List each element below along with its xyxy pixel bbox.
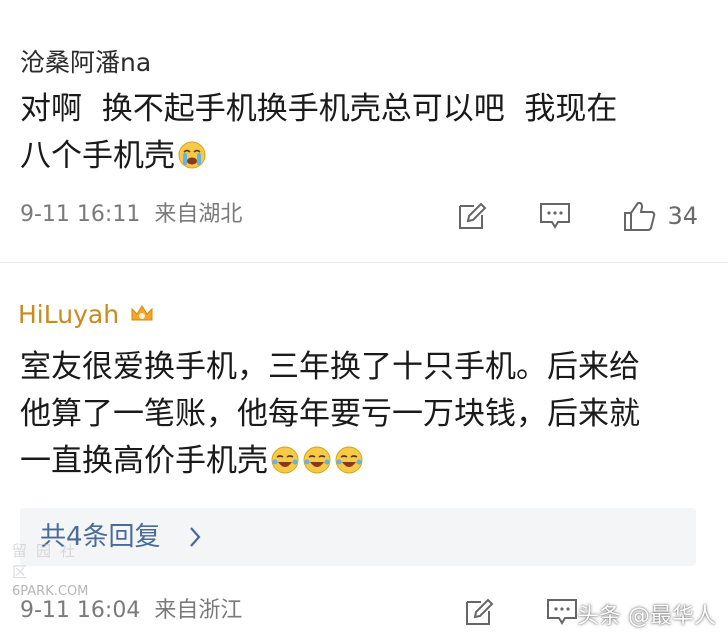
comment-icon	[547, 599, 577, 625]
watermark-cn: 留园社区	[12, 542, 85, 581]
comment-actions	[412, 592, 578, 632]
like-count: 34	[667, 202, 698, 230]
comment-button[interactable]	[546, 597, 578, 627]
crying-face-emoji	[178, 141, 206, 169]
repost-button[interactable]	[464, 597, 494, 627]
comment-button[interactable]	[539, 201, 571, 231]
crown-badge-icon	[131, 305, 153, 321]
laughing-crying-emoji	[335, 446, 363, 474]
view-replies-button[interactable]: 共4条回复	[20, 508, 696, 566]
comment-line: 一直换高价手机壳	[20, 443, 268, 479]
watermark-6park: 留园社区 6PARK.COM	[12, 540, 102, 599]
repost-button[interactable]	[457, 201, 487, 231]
chevron-right-icon	[190, 527, 201, 547]
comment-line: 对啊 换不起手机换手机壳总可以吧 我现在	[20, 91, 618, 127]
comment-meta: 9-11 16:04 来自浙江	[20, 596, 242, 626]
comment-divider	[0, 262, 728, 263]
comment-line: 他算了一笔账，他每年要亏一万块钱，后来就	[20, 396, 640, 432]
username-text: HiLuyah	[18, 300, 120, 329]
watermark-en: 6PARK.COM	[12, 584, 89, 599]
comment-line: 室友很爱换手机，三年换了十只手机。后来给	[20, 349, 640, 385]
timestamp: 9-11 16:04	[20, 598, 141, 623]
watermark-toutiao: 头条 @最华人	[577, 604, 716, 629]
username[interactable]: HiLuyah	[18, 300, 155, 330]
location: 来自湖北	[154, 202, 243, 227]
comment-actions: 34	[405, 196, 698, 236]
comment-text: 室友很爱换手机，三年换了十只手机。后来给 他算了一笔账，他每年要亏一万块钱，后来…	[20, 344, 710, 532]
comment-line: 八个手机壳	[20, 138, 175, 174]
comment-icon	[540, 203, 571, 229]
laughing-crying-emoji	[271, 446, 299, 474]
timestamp: 9-11 16:11	[20, 202, 141, 227]
repost-icon	[459, 202, 487, 229]
laughing-crying-emoji	[303, 446, 331, 474]
thumbs-up-icon	[624, 201, 656, 231]
username[interactable]: 沧桑阿潘na	[20, 48, 151, 78]
repost-icon	[466, 598, 494, 625]
like-button[interactable]: 34	[623, 200, 698, 232]
comment-meta: 9-11 16:11 来自湖北	[20, 200, 242, 230]
location: 来自浙江	[154, 598, 243, 623]
